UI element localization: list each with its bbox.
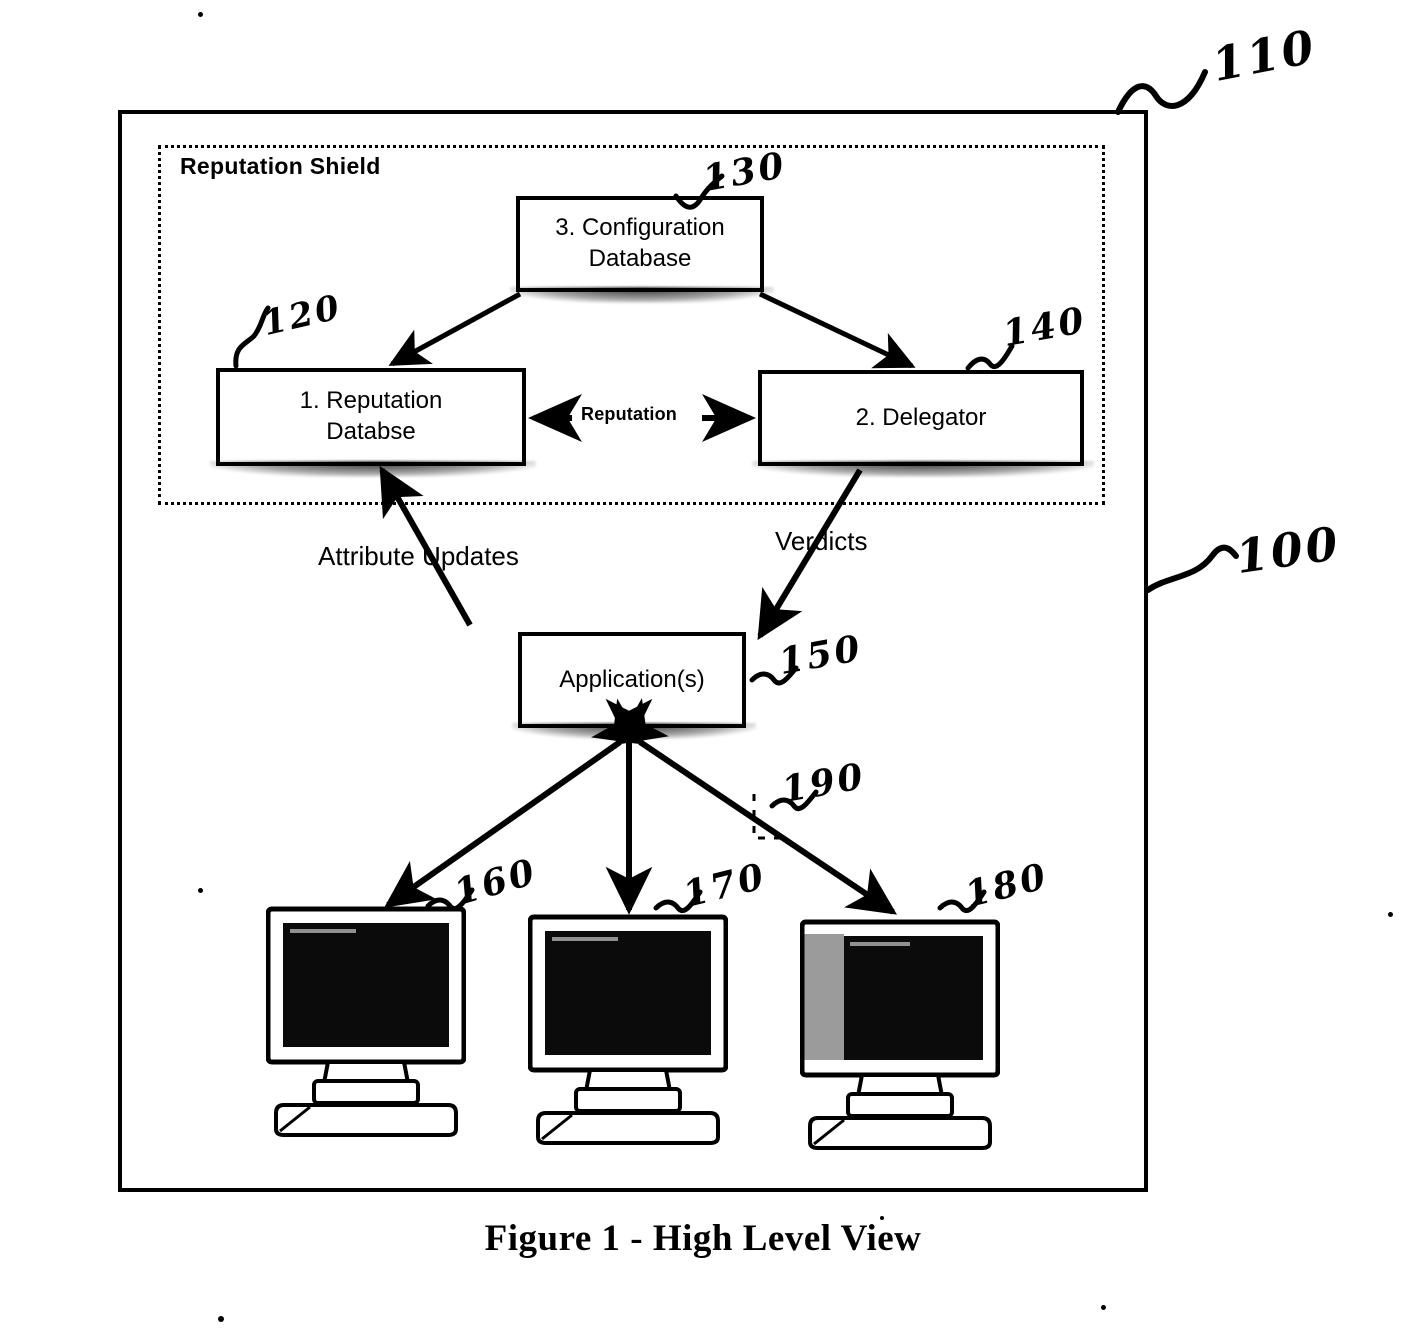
reputation-database-line1: 1. Reputation [299,387,443,415]
configuration-database-label: 3. Configuration Database [549,213,730,274]
configuration-database-line2: Database [588,245,692,272]
reputation-database-line2: Databse [326,418,416,445]
applications-label: Application(s) [559,665,705,693]
configuration-database-line1: 3. Configuration [555,214,725,242]
reference-numeral-110: 110 [1207,18,1322,92]
scan-speck [198,888,203,893]
scan-speck [198,12,203,17]
monitor-icon [799,919,1001,1150]
reference-numeral-100: 100 [1232,515,1345,584]
attribute-updates-flow-label: Attribute Updates [318,541,519,571]
delegator-box[interactable]: 2. Delegator [758,370,1084,466]
scan-speck [1388,912,1393,917]
verdicts-flow-label: Verdicts [775,526,868,556]
reputation-database-label: 1. Reputation Databse [294,386,449,447]
applications-box[interactable]: Application(s) [518,632,746,728]
configuration-database-box[interactable]: 3. Configuration Database [516,196,764,292]
monitor-icon [527,914,729,1145]
scan-speck [218,1316,224,1322]
monitor-icon [265,906,467,1137]
scan-speck [880,1216,884,1220]
reputation-shield-label: Reputation Shield [180,153,381,179]
client-computer-170[interactable] [527,913,729,1148]
patent-figure-page: Reputation Shield 3. Configuration Datab… [0,0,1406,1337]
client-computer-160[interactable] [265,905,467,1140]
delegator-label: 2. Delegator [855,403,987,431]
client-computer-180[interactable] [799,918,1001,1153]
reputation-flow-label: Reputation [581,404,677,424]
scan-speck [1101,1305,1106,1310]
reputation-database-box[interactable]: 1. Reputation Databse [216,368,526,466]
figure-caption: Figure 1 - High Level View [484,1218,922,1259]
